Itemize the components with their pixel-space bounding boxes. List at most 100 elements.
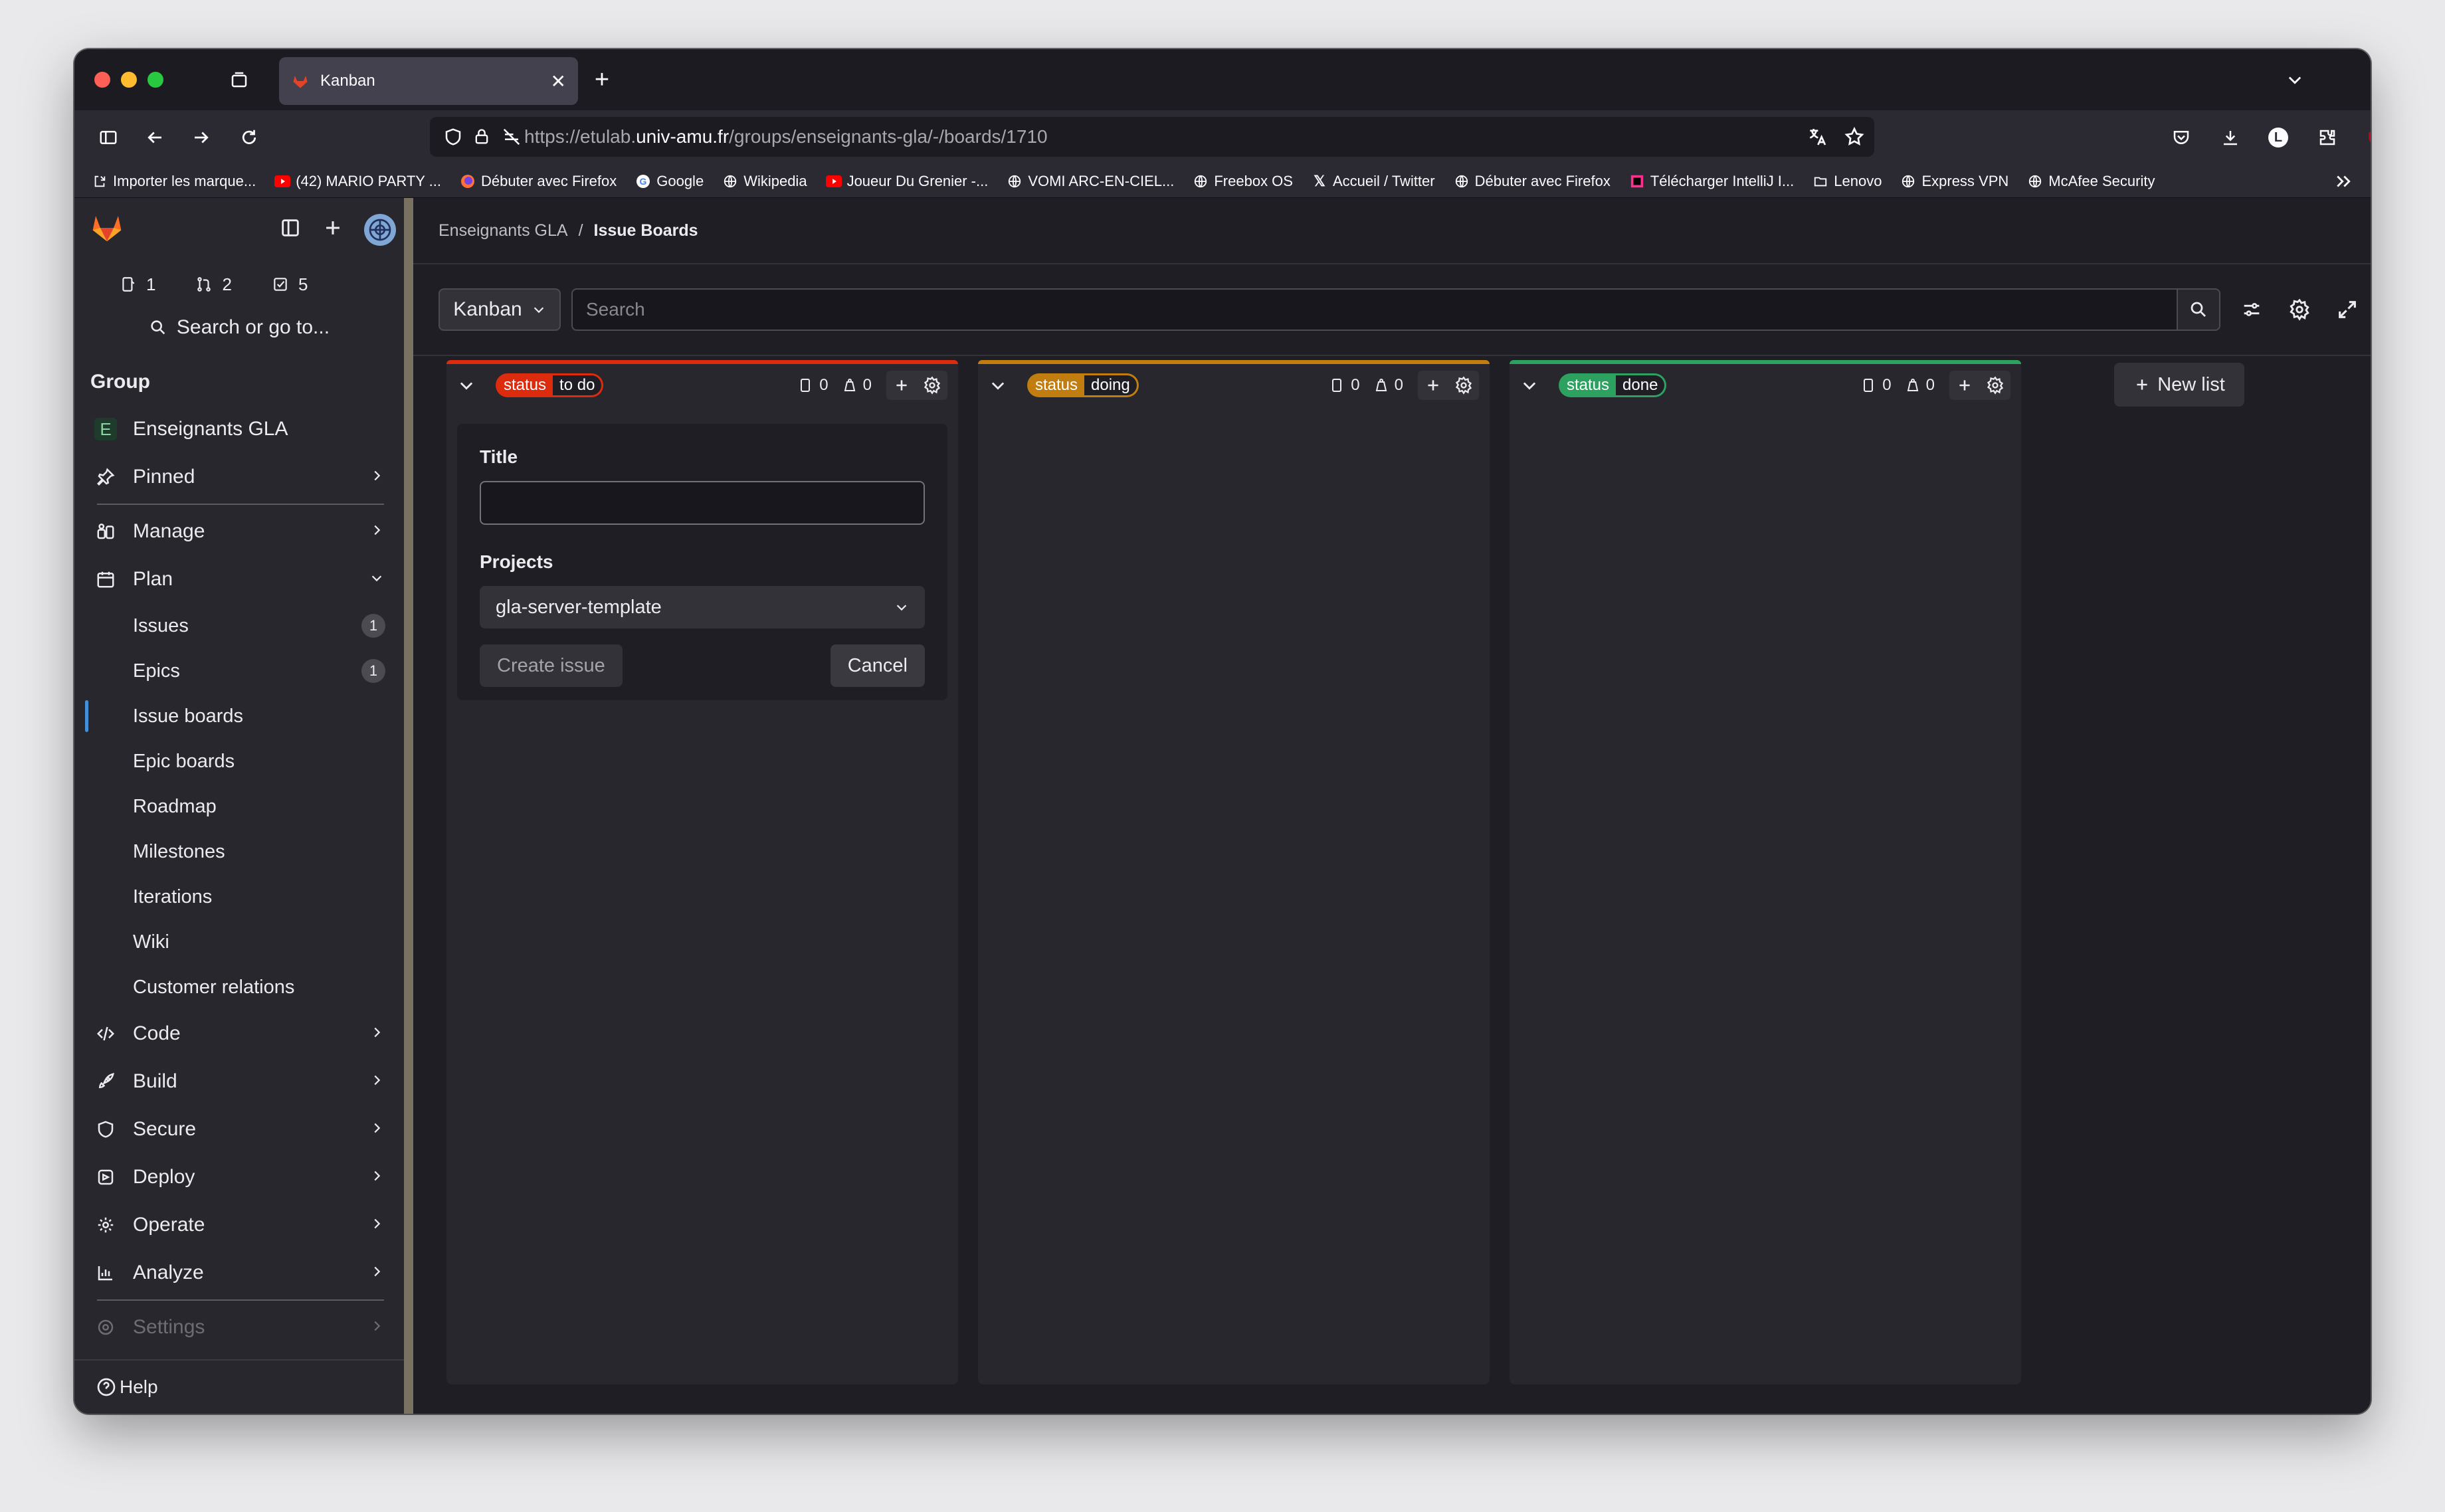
collapse-sidebar-icon[interactable] [279,217,302,239]
board-switcher-dropdown[interactable]: Kanban [439,288,561,331]
sidebar-item-settings[interactable]: Settings [74,1303,404,1351]
forward-icon[interactable] [187,124,215,151]
search-or-go-to-button[interactable]: Search or go to... [74,304,404,351]
fullscreen-icon[interactable] [2336,298,2359,321]
address-bar[interactable]: https://etulab.univ-amu.fr/groups/enseig… [430,117,1874,157]
shield-icon[interactable] [443,127,463,147]
reload-icon[interactable] [235,124,263,151]
filter-search-input[interactable]: Search [571,288,2178,331]
bookmark-star-icon[interactable] [1844,126,1865,147]
lock-icon[interactable] [472,128,491,146]
collapse-list-chevron-icon[interactable] [457,376,476,395]
downloads-icon[interactable] [2216,124,2244,151]
breadcrumb-group-link[interactable]: Enseignants GLA [439,221,568,240]
sidebar-item-deploy[interactable]: Deploy [74,1153,404,1201]
bookmarks-toolbar: Importer les marque... (42) MARIO PARTY … [74,165,2371,198]
translate-icon[interactable] [1807,126,1828,147]
sidebar-item-manage[interactable]: Manage [74,508,404,555]
breadcrumb-separator: / [578,221,583,240]
bookmark-item[interactable]: Joueur Du Grenier -... [825,173,988,190]
sidebar-item-operate[interactable]: Operate [74,1201,404,1249]
new-tab-icon[interactable]: + [587,65,617,94]
close-window-button[interactable] [94,72,110,88]
sidebar-item-code[interactable]: Code [74,1010,404,1058]
new-list-button[interactable]: New list [2114,363,2244,407]
sidebar-item-pinned[interactable]: Pinned [74,453,404,501]
sidebar-item-label: Settings [133,1316,205,1338]
bookmark-item[interactable]: VOMI ARC-EN-CIEL... [1007,173,1174,190]
collapse-list-chevron-icon[interactable] [989,376,1007,395]
new-issue-plus-icon[interactable] [1949,371,1980,400]
bookmark-item[interactable]: Freebox OS [1193,173,1293,190]
minimize-window-button[interactable] [121,72,137,88]
collapse-list-chevron-icon[interactable] [1520,376,1539,395]
sidebar-item-milestones[interactable]: Milestones [74,829,404,874]
sidebar-item-iterations[interactable]: Iterations [74,874,404,919]
new-issue-plus-icon[interactable] [886,371,917,400]
list-settings-gear-icon[interactable] [1448,371,1479,400]
create-issue-button[interactable]: Create issue [480,644,623,687]
sidebar-item-group[interactable]: E Enseignants GLA [74,405,404,453]
tab-overview-icon[interactable] [226,66,252,93]
bookmark-folder[interactable]: Lenovo [1812,173,1882,190]
count-badge: 1 [361,614,385,638]
cancel-button[interactable]: Cancel [830,644,925,687]
bookmark-item[interactable]: (42) MARIO PARTY ... [274,173,441,190]
scoped-label-status-doing[interactable]: status doing [1027,373,1139,397]
assigned-issues-count[interactable]: 1 [120,274,155,295]
scoped-label-status-to-do[interactable]: status to do [496,373,604,397]
scoped-label-status-done[interactable]: status done [1559,373,1667,397]
sidebar-toggle-icon[interactable] [94,124,122,151]
todos-count[interactable]: 5 [272,274,308,295]
sidebar-item-issues[interactable]: Issues 1 [74,603,404,648]
sidebar-item-plan[interactable]: Plan [74,555,404,603]
view-options-icon[interactable] [2240,298,2263,321]
bookmark-item[interactable]: Débuter avec Firefox [460,173,617,190]
bookmark-item[interactable]: McAfee Security [2027,173,2155,190]
bookmark-item[interactable]: Importer les marque... [92,173,256,190]
create-new-icon[interactable] [322,217,344,239]
more-bookmarks-icon[interactable] [2333,171,2353,191]
bookmark-label: Wikipedia [743,172,807,189]
bookmark-item[interactable]: G Google [635,173,704,190]
list-settings-gear-icon[interactable] [917,371,947,400]
pocket-icon[interactable] [2167,124,2195,151]
sidebar-item-analyze[interactable]: Analyze [74,1249,404,1297]
project-select-dropdown[interactable]: gla-server-template [480,586,925,628]
back-icon[interactable] [141,124,169,151]
extensions-icon[interactable] [2313,124,2341,151]
permissions-icon[interactable] [502,127,522,147]
breadcrumb-current[interactable]: Issue Boards [594,221,698,240]
bookmark-item[interactable]: Télécharger IntelliJ I... [1629,173,1794,190]
close-tab-icon[interactable]: ✕ [551,70,566,92]
list-all-tabs-icon[interactable] [2280,65,2309,94]
account-icon[interactable]: L [2264,124,2292,151]
help-button[interactable]: Help [74,1359,404,1414]
list-settings-gear-icon[interactable] [1980,371,2010,400]
board-settings-gear-icon[interactable] [2288,298,2311,321]
bookmark-item[interactable]: Débuter avec Firefox [1454,173,1611,190]
bookmark-label: Accueil / Twitter [1332,172,1435,189]
sidebar-item-build[interactable]: Build [74,1058,404,1105]
user-avatar[interactable] [364,214,396,246]
sidebar-item-wiki[interactable]: Wiki [74,919,404,965]
gitlab-logo-icon[interactable] [89,210,125,246]
sidebar-item-roadmap[interactable]: Roadmap [74,784,404,829]
sidebar-item-epics[interactable]: Epics 1 [74,648,404,694]
issue-title-input[interactable] [480,481,925,525]
bookmark-label: Télécharger IntelliJ I... [1650,172,1795,189]
bookmark-item[interactable]: 𝕏 Accueil / Twitter [1312,173,1435,190]
ublock-icon[interactable] [2361,124,2371,151]
merge-requests-count[interactable]: 2 [195,274,232,295]
browser-tab-kanban[interactable]: Kanban ✕ [279,57,578,105]
search-submit-button[interactable] [2178,288,2220,331]
sidebar-item-issue-boards[interactable]: Issue boards [74,694,404,739]
bookmark-item[interactable]: Wikipedia [722,173,807,190]
new-issue-plus-icon[interactable] [1418,371,1448,400]
sidebar-item-epic-boards[interactable]: Epic boards [74,739,404,784]
maximize-window-button[interactable] [147,72,163,88]
bookmark-item[interactable]: Express VPN [1900,173,2008,190]
sidebar-item-customer-relations[interactable]: Customer relations [74,965,404,1010]
settings-icon [94,1316,117,1339]
sidebar-item-secure[interactable]: Secure [74,1105,404,1153]
